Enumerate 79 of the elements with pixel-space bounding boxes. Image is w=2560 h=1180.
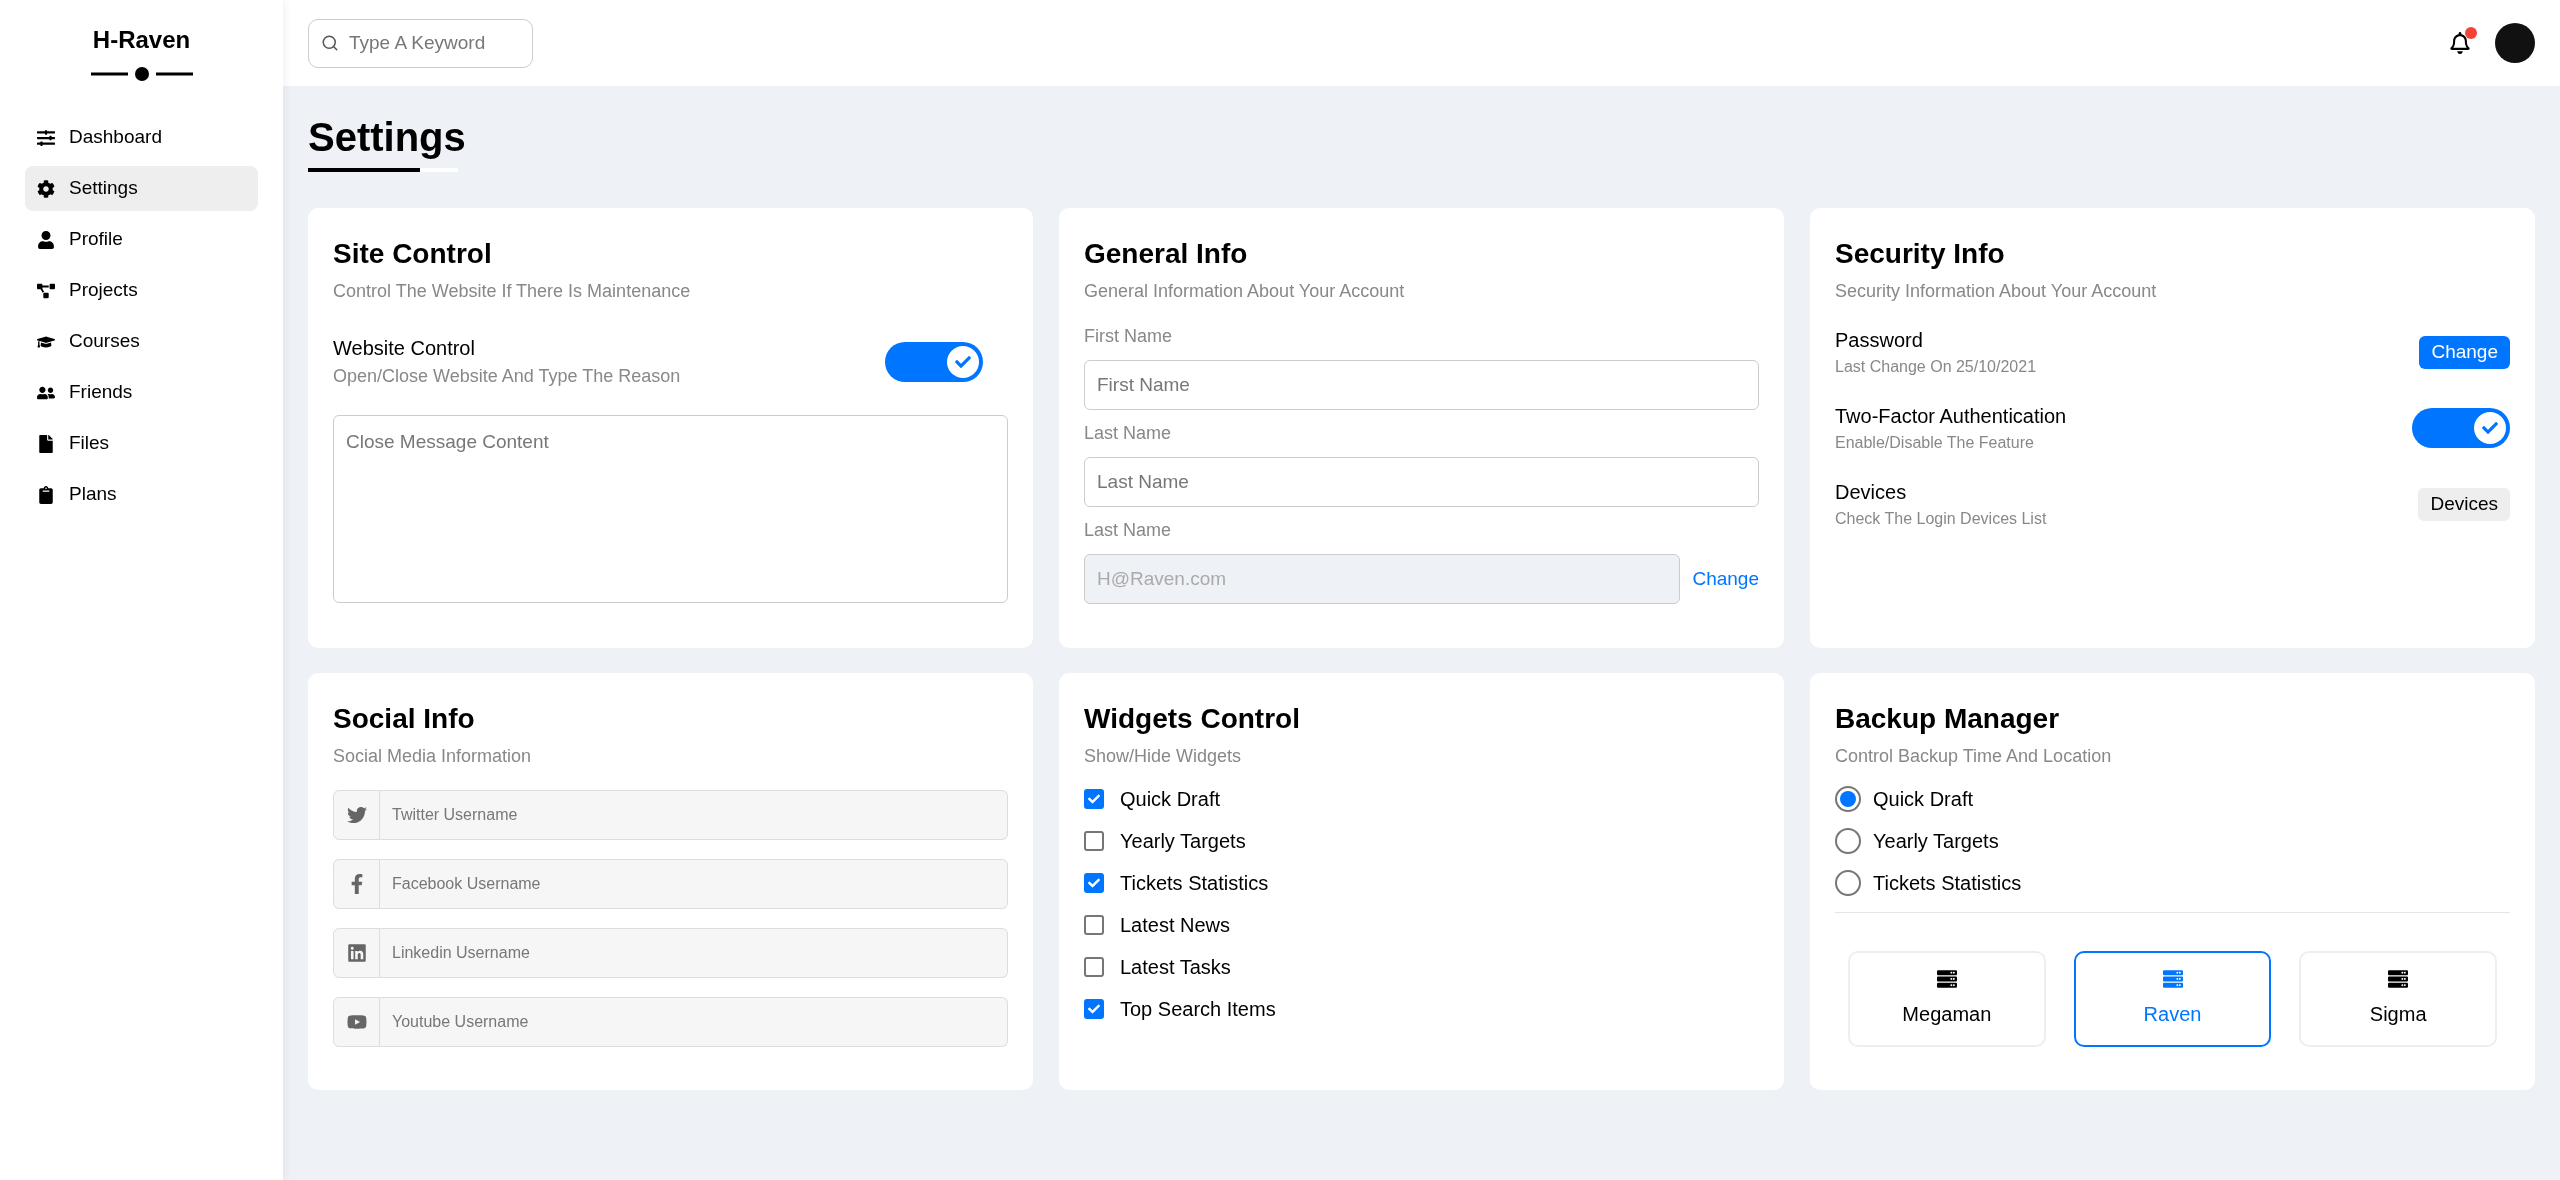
linkedin-icon xyxy=(346,943,367,963)
avatar[interactable] xyxy=(2495,23,2535,63)
bell-icon xyxy=(2449,32,2471,54)
server-icon xyxy=(1936,969,1957,989)
setting-description: Last Change On 25/10/2021 xyxy=(1835,357,2037,377)
sliders-icon xyxy=(37,128,55,147)
page-title: Settings xyxy=(308,114,466,161)
search-icon xyxy=(321,33,339,52)
social-input[interactable]: Twitter Username xyxy=(380,790,1008,840)
devices-button[interactable]: Devices xyxy=(2418,487,2510,521)
server-icon xyxy=(2388,969,2409,989)
checkbox-label: Latest Tasks xyxy=(1120,955,1231,980)
radio-label: Yearly Targets xyxy=(1873,829,1999,854)
diagram-icon xyxy=(37,281,55,300)
user-icon xyxy=(37,230,55,249)
field-label: Last Name xyxy=(1084,519,1173,542)
toggle-switch[interactable] xyxy=(885,341,983,382)
setting-label: Password xyxy=(1835,328,1924,353)
card-title: General Info xyxy=(1084,237,1249,271)
search-field[interactable]: Type A Keyword xyxy=(308,18,533,68)
toggle-switch[interactable] xyxy=(2412,408,2510,448)
checkbox-label: Latest News xyxy=(1120,913,1231,938)
play-icon xyxy=(346,1012,367,1032)
check-icon xyxy=(1088,793,1100,805)
social-input[interactable]: Youtube Username xyxy=(380,997,1008,1047)
social-input[interactable]: Linkedin Username xyxy=(380,928,1008,978)
brand-title: H-Raven xyxy=(92,25,191,55)
checkbox-label: Tickets Statistics xyxy=(1120,871,1269,896)
checkbox[interactable] xyxy=(1084,957,1104,977)
checkbox[interactable] xyxy=(1084,789,1104,809)
radio-label: Quick Draft xyxy=(1873,787,1974,812)
checkbox[interactable] xyxy=(1084,831,1104,851)
card-subtitle: Control Backup Time And Location xyxy=(1835,745,2113,768)
radio-label: Tickets Statistics xyxy=(1873,871,2022,896)
radio-button[interactable] xyxy=(1835,786,1861,812)
setting-label: Website Control xyxy=(333,336,476,361)
setting-description: Check The Login Devices List xyxy=(1835,509,2047,529)
bird-icon xyxy=(346,805,367,825)
check-icon xyxy=(1088,1003,1100,1015)
field-label: First Name xyxy=(1084,325,1173,348)
file-icon xyxy=(37,434,55,453)
check-icon xyxy=(1088,877,1100,889)
server-option[interactable]: Megaman xyxy=(1848,951,2046,1047)
text-input[interactable]: First Name xyxy=(1084,360,1759,410)
sidebar-item[interactable]: Settings xyxy=(25,166,258,211)
card-subtitle: General Information About Your Account xyxy=(1084,280,1406,303)
setting-description: Enable/Disable The Feature xyxy=(1835,433,2035,453)
checkbox-label: Quick Draft xyxy=(1120,787,1221,812)
card-subtitle: Social Media Information xyxy=(333,745,533,768)
card-title: Widgets Control xyxy=(1084,702,1301,736)
card-title: Social Info xyxy=(333,702,476,736)
change-button[interactable]: Change xyxy=(2419,335,2510,369)
clipboard-icon xyxy=(37,485,55,504)
card-subtitle: Security Information About Your Account xyxy=(1835,280,2158,303)
check-icon xyxy=(2482,420,2498,436)
checkbox-label: Yearly Targets xyxy=(1120,829,1246,854)
radio-button[interactable] xyxy=(1835,828,1861,854)
social-input[interactable]: Facebook Username xyxy=(380,859,1008,909)
setting-description: Open/Close Website And Type The Reason xyxy=(333,365,681,388)
gear-icon xyxy=(37,179,55,198)
server-option[interactable]: Sigma xyxy=(2299,951,2497,1047)
card-subtitle: Show/Hide Widgets xyxy=(1084,745,1243,768)
card-title: Security Info xyxy=(1835,237,2006,271)
message-textarea[interactable]: Close Message Content xyxy=(333,415,1008,603)
text-input[interactable]: Last Name xyxy=(1084,457,1759,507)
field-label: Last Name xyxy=(1084,422,1173,445)
checkbox-label: Top Search Items xyxy=(1120,997,1276,1022)
checkbox[interactable] xyxy=(1084,873,1104,893)
server-option[interactable]: Raven xyxy=(2073,951,2272,1047)
card-title: Backup Manager xyxy=(1835,702,2061,736)
radio-button[interactable] xyxy=(1835,870,1861,896)
checkbox[interactable] xyxy=(1084,999,1104,1019)
check-icon xyxy=(955,353,971,370)
card-title: Site Control xyxy=(333,237,493,271)
server-icon xyxy=(2162,969,2183,989)
setting-label: Two-Factor Authentication xyxy=(1835,404,2067,429)
card-subtitle: Control The Website If There Is Maintenance xyxy=(333,280,692,303)
setting-label: Devices xyxy=(1835,480,1908,505)
checkbox[interactable] xyxy=(1084,915,1104,935)
